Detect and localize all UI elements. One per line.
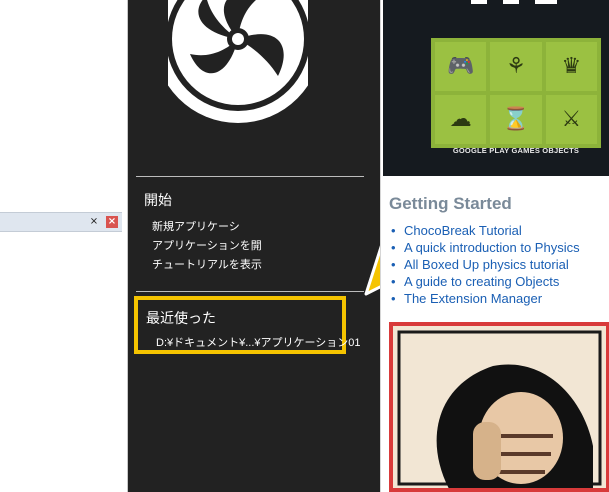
tutorial-link[interactable]: A quick introduction to Physics xyxy=(404,240,580,255)
pin-icon[interactable]: ⨯ xyxy=(88,216,100,228)
list-item: • A guide to creating Objects xyxy=(391,274,560,289)
tutorial-link[interactable]: All Boxed Up physics tutorial xyxy=(404,257,569,272)
list-item: • The Extension Manager xyxy=(391,291,543,306)
tutorial-link[interactable]: The Extension Manager xyxy=(404,291,542,306)
divider xyxy=(136,176,364,177)
list-item: • ChocoBreak Tutorial xyxy=(391,223,522,238)
promo-poster[interactable] xyxy=(389,322,609,492)
clickteam-logo-icon xyxy=(168,0,308,123)
fist-illustration-icon xyxy=(397,330,602,488)
tutorial-link[interactable]: ChocoBreak Tutorial xyxy=(404,223,522,238)
start-section-title: 開始 xyxy=(144,192,172,208)
getting-started-list: • ChocoBreak Tutorial • A quick introducti… xyxy=(391,222,580,307)
tutorial-link[interactable]: A guide to creating Objects xyxy=(404,274,559,289)
start-panel: 開始 新規アプリケーシ アプリケーションを開 チュートリアルを表示 最近使った … xyxy=(128,0,456,492)
poster-frame xyxy=(393,326,606,488)
gamepad-icon: 🎮 xyxy=(435,42,487,91)
show-tutorial-link[interactable]: チュートリアルを表示 xyxy=(152,256,262,272)
banner-caption: GOOGLE PLAY GAMES OBJECTS xyxy=(452,146,580,155)
left-panel: ⨯ × xyxy=(0,0,128,492)
news-panel: 🎮 ⚘ ♛ ☁ ⌛ ⚔ GOOGLE PLAY GAMES OBJECTS Ge… xyxy=(380,0,609,492)
cloud-upload-icon: ☁ xyxy=(435,95,487,144)
games-tile-grid: 🎮 ⚘ ♛ ☁ ⌛ ⚔ xyxy=(431,38,601,148)
banner-logo-fragment xyxy=(471,0,557,4)
open-application-link[interactable]: アプリケーションを開 xyxy=(152,237,262,253)
achievement-icon: ⚘ xyxy=(490,42,542,91)
close-icon[interactable]: × xyxy=(106,216,118,228)
recent-section-highlight: 最近使った D:¥ドキュメント¥...¥アプリケーション01 xyxy=(134,296,361,354)
panel-title-bar: ⨯ × xyxy=(0,212,122,232)
getting-started-title: Getting Started xyxy=(389,194,512,213)
news-banner[interactable]: 🎮 ⚘ ♛ ☁ ⌛ ⚔ GOOGLE PLAY GAMES OBJECTS xyxy=(383,0,609,176)
recent-section-title: 最近使った xyxy=(146,310,216,326)
recent-file-link[interactable]: D:¥ドキュメント¥...¥アプリケーション01 xyxy=(156,334,361,350)
divider xyxy=(136,291,364,292)
hourglass-icon: ⌛ xyxy=(490,95,542,144)
crown-icon: ♛ xyxy=(545,42,597,91)
swords-icon: ⚔ xyxy=(545,95,597,144)
new-application-link[interactable]: 新規アプリケーシ xyxy=(152,218,240,234)
list-item: • A quick introduction to Physics xyxy=(391,240,580,255)
list-item: • All Boxed Up physics tutorial xyxy=(391,257,569,272)
